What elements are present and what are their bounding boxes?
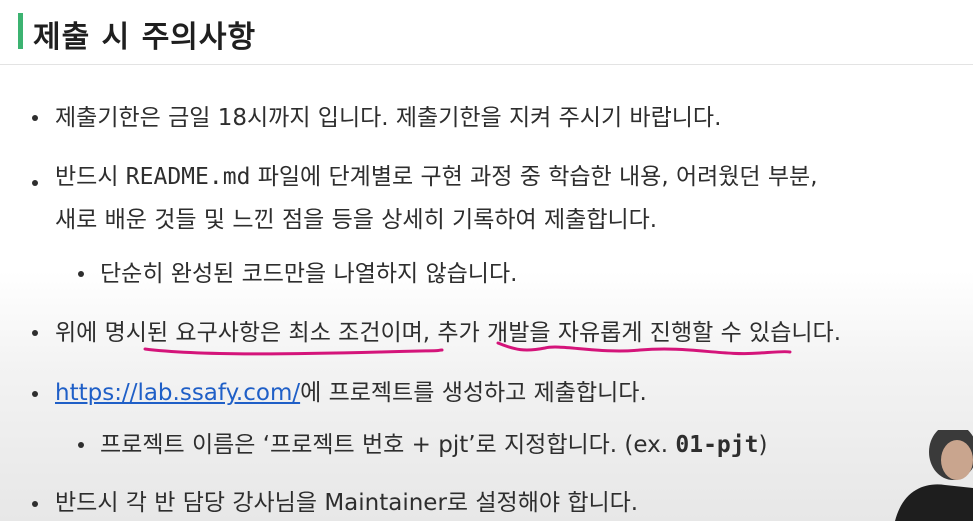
item-deadline: 제출기한은 금일 18시까지 입니다. 제출기한을 지켜 주시기 바랍니다. xyxy=(55,105,722,131)
item-project-name-prefix: 프로젝트 이름은 ‘프로젝트 번호 + pjt’로 지정합니다. (ex. xyxy=(100,432,676,458)
lab-link[interactable]: https://lab.ssafy.com/ xyxy=(55,380,300,406)
bullet-dot xyxy=(32,180,38,186)
sub-bullet-dot xyxy=(78,442,84,448)
presenter-video-figure xyxy=(895,430,973,521)
project-name-example: 01-pjt xyxy=(675,432,759,458)
title-accent-bar xyxy=(18,13,23,49)
bullet-dot xyxy=(32,391,38,397)
item-project-name: 프로젝트 이름은 ‘프로젝트 번호 + pjt’로 지정합니다. (ex. 01… xyxy=(100,430,767,460)
item-project-name-suffix: ) xyxy=(758,432,768,458)
item-maintainer: 반드시 각 반 담당 강사님을 Maintainer로 설정해야 합니다. xyxy=(55,490,639,516)
item-readme: 반드시 README.md 파일에 단계별로 구현 과정 중 학습한 내용, 어… xyxy=(55,162,818,192)
slide-header: 제출 시 주의사항 xyxy=(0,0,973,65)
item-lab-suffix: 에 프로젝트를 생성하고 제출합니다. xyxy=(300,380,647,406)
item-lab: https://lab.ssafy.com/에 프로젝트를 생성하고 제출합니다… xyxy=(55,378,647,408)
item-readme-line2: 새로 배운 것들 및 느낀 점을 등을 상세히 기록하여 제출합니다. xyxy=(55,207,658,233)
item-requirements: 위에 명시된 요구사항은 최소 조건이며, 추가 개발을 자유롭게 진행할 수 … xyxy=(55,320,842,346)
readme-filename: README.md xyxy=(125,164,251,190)
bullet-dot xyxy=(32,330,38,336)
slide-title: 제출 시 주의사항 xyxy=(33,20,257,55)
item-readme-prefix: 반드시 xyxy=(55,164,126,190)
bullet-dot xyxy=(32,501,38,507)
bullet-dot xyxy=(32,115,38,121)
item-readme-sub: 단순히 완성된 코드만을 나열하지 않습니다. xyxy=(100,261,518,287)
item-readme-suffix: 파일에 단계별로 구현 과정 중 학습한 내용, 어려웠던 부분, xyxy=(250,164,818,190)
sub-bullet-dot xyxy=(78,271,84,277)
